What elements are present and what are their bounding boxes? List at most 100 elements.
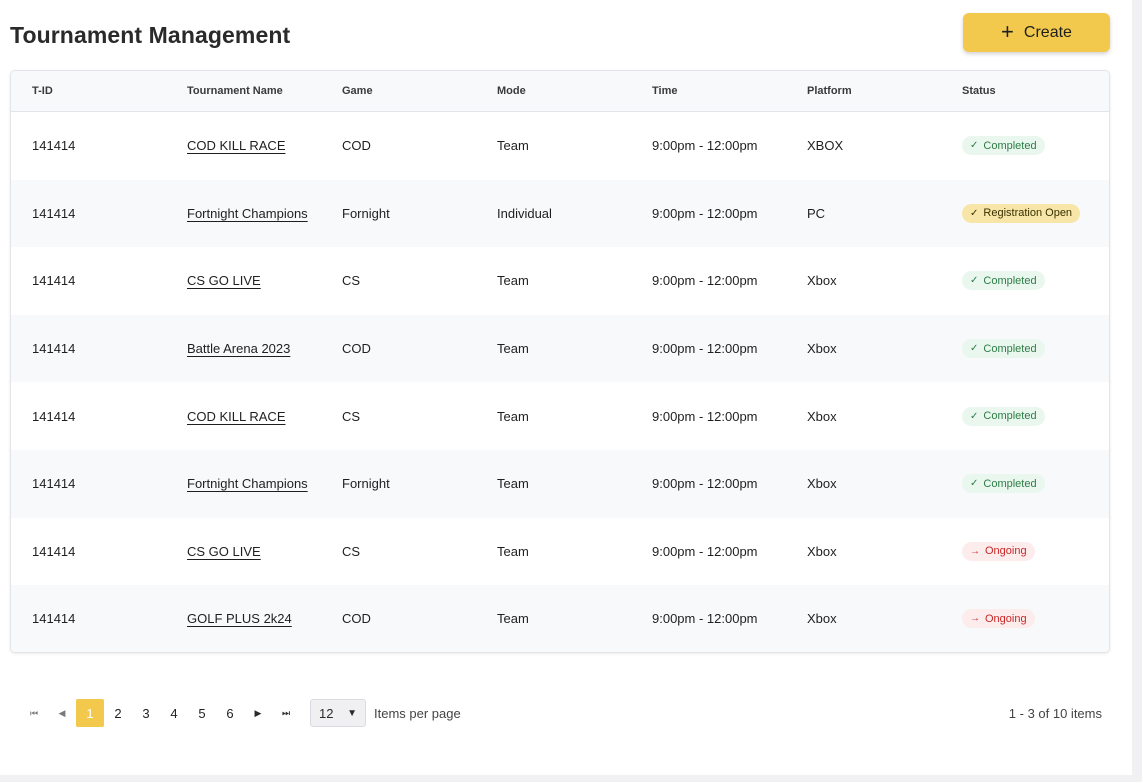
column-header[interactable]: Mode	[497, 85, 526, 97]
mode-cell: Team	[497, 138, 529, 154]
mode-cell: Individual	[497, 205, 552, 221]
page-number-button[interactable]: 2	[104, 699, 132, 727]
page-number-button[interactable]: 6	[216, 699, 244, 727]
time-cell: 9:00pm - 12:00pm	[652, 341, 758, 357]
tournament-name-link[interactable]: Fortnight Champions	[187, 476, 308, 491]
items-per-page-select[interactable]: 12 ▼	[310, 699, 366, 727]
tid-cell: 141414	[32, 273, 76, 289]
status-badge-label: Registration Open	[983, 207, 1073, 220]
status-badge: ✓ Completed	[962, 406, 1045, 426]
mode-cell: Team	[497, 341, 529, 357]
table-row[interactable]: 141414 CS GO LIVE CS Team 9:00pm - 12:00pm Xb…	[11, 247, 1109, 315]
tid-cell: 141414	[32, 543, 76, 559]
tid-cell: 141414	[32, 205, 76, 221]
tournament-name-link[interactable]: COD KILL RACE	[187, 138, 286, 153]
tid-cell: 141414	[32, 138, 76, 154]
tid-cell: 141414	[32, 611, 76, 627]
tournament-name-link[interactable]: Battle Arena 2023	[187, 341, 290, 356]
table-row[interactable]: 141414 COD KILL RACE CS Team 9:00pm - 12:00p…	[11, 382, 1109, 450]
status-badge-label: Completed	[983, 274, 1037, 287]
mode-cell: Team	[497, 273, 529, 289]
status-badge-label: Ongoing	[985, 612, 1027, 625]
game-cell: CS	[342, 543, 361, 559]
bottom-edge	[0, 775, 1142, 782]
platform-cell: Xbox	[807, 408, 837, 424]
scrollbar-track[interactable]	[1132, 0, 1142, 782]
column-header[interactable]: T-ID	[32, 85, 53, 97]
arrow-right-icon: →	[970, 545, 980, 557]
check-icon: ✓	[970, 478, 979, 490]
status-badge: → Ongoing	[962, 609, 1035, 629]
tid-cell: 141414	[32, 408, 76, 424]
platform-cell: Xbox	[807, 341, 837, 357]
time-cell: 9:00pm - 12:00pm	[652, 138, 758, 154]
items-per-page-value: 12	[319, 705, 334, 721]
tournament-name-link[interactable]: CS GO LIVE	[187, 273, 261, 288]
first-page-icon[interactable]: ⏮	[20, 699, 48, 727]
platform-cell: PC	[807, 205, 826, 221]
status-badge-label: Ongoing	[985, 545, 1027, 558]
column-header[interactable]: Time	[652, 85, 677, 97]
column-header[interactable]: Status	[962, 85, 996, 97]
table-row[interactable]: 141414 Fortnight Champions Fornight Individ…	[11, 179, 1109, 248]
page-number-button[interactable]: 5	[188, 699, 216, 727]
chevron-down-icon: ▼	[347, 707, 357, 719]
column-header[interactable]: Platform	[807, 85, 852, 97]
prev-page-icon[interactable]: ◀	[48, 699, 76, 727]
status-badge: ✓ Completed	[962, 339, 1045, 359]
mode-cell: Team	[497, 408, 529, 424]
create-button[interactable]: + Create	[963, 13, 1110, 52]
platform-cell: Xbox	[807, 273, 837, 289]
game-cell: COD	[342, 138, 371, 154]
page-number-list: 123456	[76, 699, 244, 727]
page-title: Tournament Management	[10, 22, 291, 48]
platform-cell: Xbox	[807, 476, 837, 492]
check-icon: ✓	[970, 275, 979, 287]
table-header-row: T-ID Tournament Name Game Mode Time Platform S…	[11, 71, 1109, 112]
table-row[interactable]: 141414 Fortnight Champions Fornight Team 9:0…	[11, 449, 1109, 518]
table-row[interactable]: 141414 COD KILL RACE COD Team 9:00pm - 12:00…	[11, 112, 1109, 180]
status-badge: → Ongoing	[962, 541, 1035, 561]
time-cell: 9:00pm - 12:00pm	[652, 476, 758, 492]
check-icon: ✓	[970, 410, 979, 422]
page-number-button[interactable]: 1	[76, 699, 104, 727]
check-icon: ✓	[970, 140, 979, 152]
last-page-icon[interactable]: ⏭	[272, 699, 300, 727]
status-badge: ✓ Completed	[962, 271, 1045, 291]
next-page-icon[interactable]: ▶	[244, 699, 272, 727]
column-header[interactable]: Tournament Name	[187, 85, 283, 97]
time-cell: 9:00pm - 12:00pm	[652, 408, 758, 424]
tournament-name-link[interactable]: CS GO LIVE	[187, 544, 261, 559]
check-icon: ✓	[970, 343, 979, 355]
mode-cell: Team	[497, 611, 529, 627]
page-number-button[interactable]: 3	[132, 699, 160, 727]
platform-cell: XBOX	[807, 138, 844, 154]
tournament-name-link[interactable]: GOLF PLUS 2k24	[187, 611, 292, 626]
tournament-name-link[interactable]: COD KILL RACE	[187, 409, 286, 424]
game-cell: COD	[342, 611, 371, 627]
status-badge-label: Completed	[983, 342, 1037, 355]
platform-cell: Xbox	[807, 543, 837, 559]
column-header[interactable]: Game	[342, 85, 373, 97]
status-badge-label: Completed	[983, 410, 1037, 423]
time-cell: 9:00pm - 12:00pm	[652, 273, 758, 289]
time-cell: 9:00pm - 12:00pm	[652, 543, 758, 559]
time-cell: 9:00pm - 12:00pm	[652, 611, 758, 627]
tid-cell: 141414	[32, 476, 76, 492]
page-number-button[interactable]: 4	[160, 699, 188, 727]
table-row[interactable]: 141414 Battle Arena 2023 COD Team 9:00pm - 1…	[11, 314, 1109, 383]
table-row[interactable]: 141414 GOLF PLUS 2k24 COD Team 9:00pm - 12:0…	[11, 585, 1109, 652]
table-body: 141414 COD KILL RACE COD Team 9:00pm - 12:00…	[11, 112, 1109, 652]
arrow-right-icon: →	[970, 613, 980, 625]
items-per-page-label: Items per page	[374, 705, 461, 721]
table-row[interactable]: 141414 CS GO LIVE CS Team 9:00pm - 12:00pm Xb…	[11, 518, 1109, 586]
status-badge: ✓ Completed	[962, 474, 1045, 494]
tournament-name-link[interactable]: Fortnight Champions	[187, 206, 308, 221]
status-badge: ✓ Registration Open	[962, 203, 1081, 223]
status-badge: ✓ Completed	[962, 136, 1045, 156]
tid-cell: 141414	[32, 341, 76, 357]
status-badge-label: Completed	[983, 477, 1037, 490]
mode-cell: Team	[497, 476, 529, 492]
game-cell: CS	[342, 273, 361, 289]
create-button-label: Create	[1023, 23, 1072, 41]
